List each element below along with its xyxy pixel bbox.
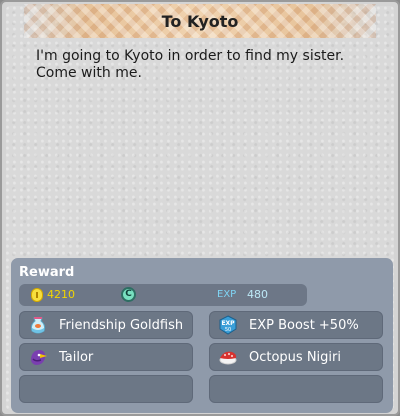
quest-panel: To Kyoto I'm going to Kyoto in order to … <box>0 0 400 416</box>
quest-title: To Kyoto <box>161 11 239 31</box>
tailor-bird-icon <box>31 350 47 365</box>
goldfish-bag-icon <box>30 317 46 334</box>
exp-label: EXP <box>217 289 237 300</box>
reward-item-exp-boost[interactable]: EXP 50 EXP Boost +50% <box>209 311 383 339</box>
reward-item-octopus-nigiri[interactable]: Octopus Nigiri <box>209 343 383 371</box>
gold-amount: 4210 <box>47 288 75 301</box>
reward-item-label: Friendship Goldfish <box>59 318 184 333</box>
reward-item-empty-slot <box>209 375 383 403</box>
reward-item-label: EXP Boost +50% <box>249 318 359 333</box>
reward-item-empty-slot <box>19 375 193 403</box>
exp-amount: 480 <box>247 288 268 301</box>
svg-text:50: 50 <box>225 327 231 333</box>
reward-header: Reward <box>19 265 75 280</box>
reward-item-label: Octopus Nigiri <box>249 350 341 365</box>
gold-coin-icon <box>31 288 43 302</box>
currency-c-icon: C <box>121 287 136 302</box>
quest-description: I'm going to Kyoto in order to find my s… <box>36 48 345 81</box>
svg-text:EXP: EXP <box>221 320 235 327</box>
reward-item-tailor[interactable]: Tailor <box>19 343 193 371</box>
octopus-nigiri-icon <box>219 351 237 365</box>
reward-item-label: Tailor <box>59 350 94 365</box>
title-banner: To Kyoto <box>24 4 376 38</box>
reward-stats-bar: 4210 C EXP 480 <box>19 284 307 306</box>
reward-item-friendship-goldfish[interactable]: Friendship Goldfish <box>19 311 193 339</box>
exp-boost-icon: EXP 50 <box>219 315 237 335</box>
reward-section: Reward 4210 C EXP 480 Friendship Goldfis… <box>11 258 393 413</box>
